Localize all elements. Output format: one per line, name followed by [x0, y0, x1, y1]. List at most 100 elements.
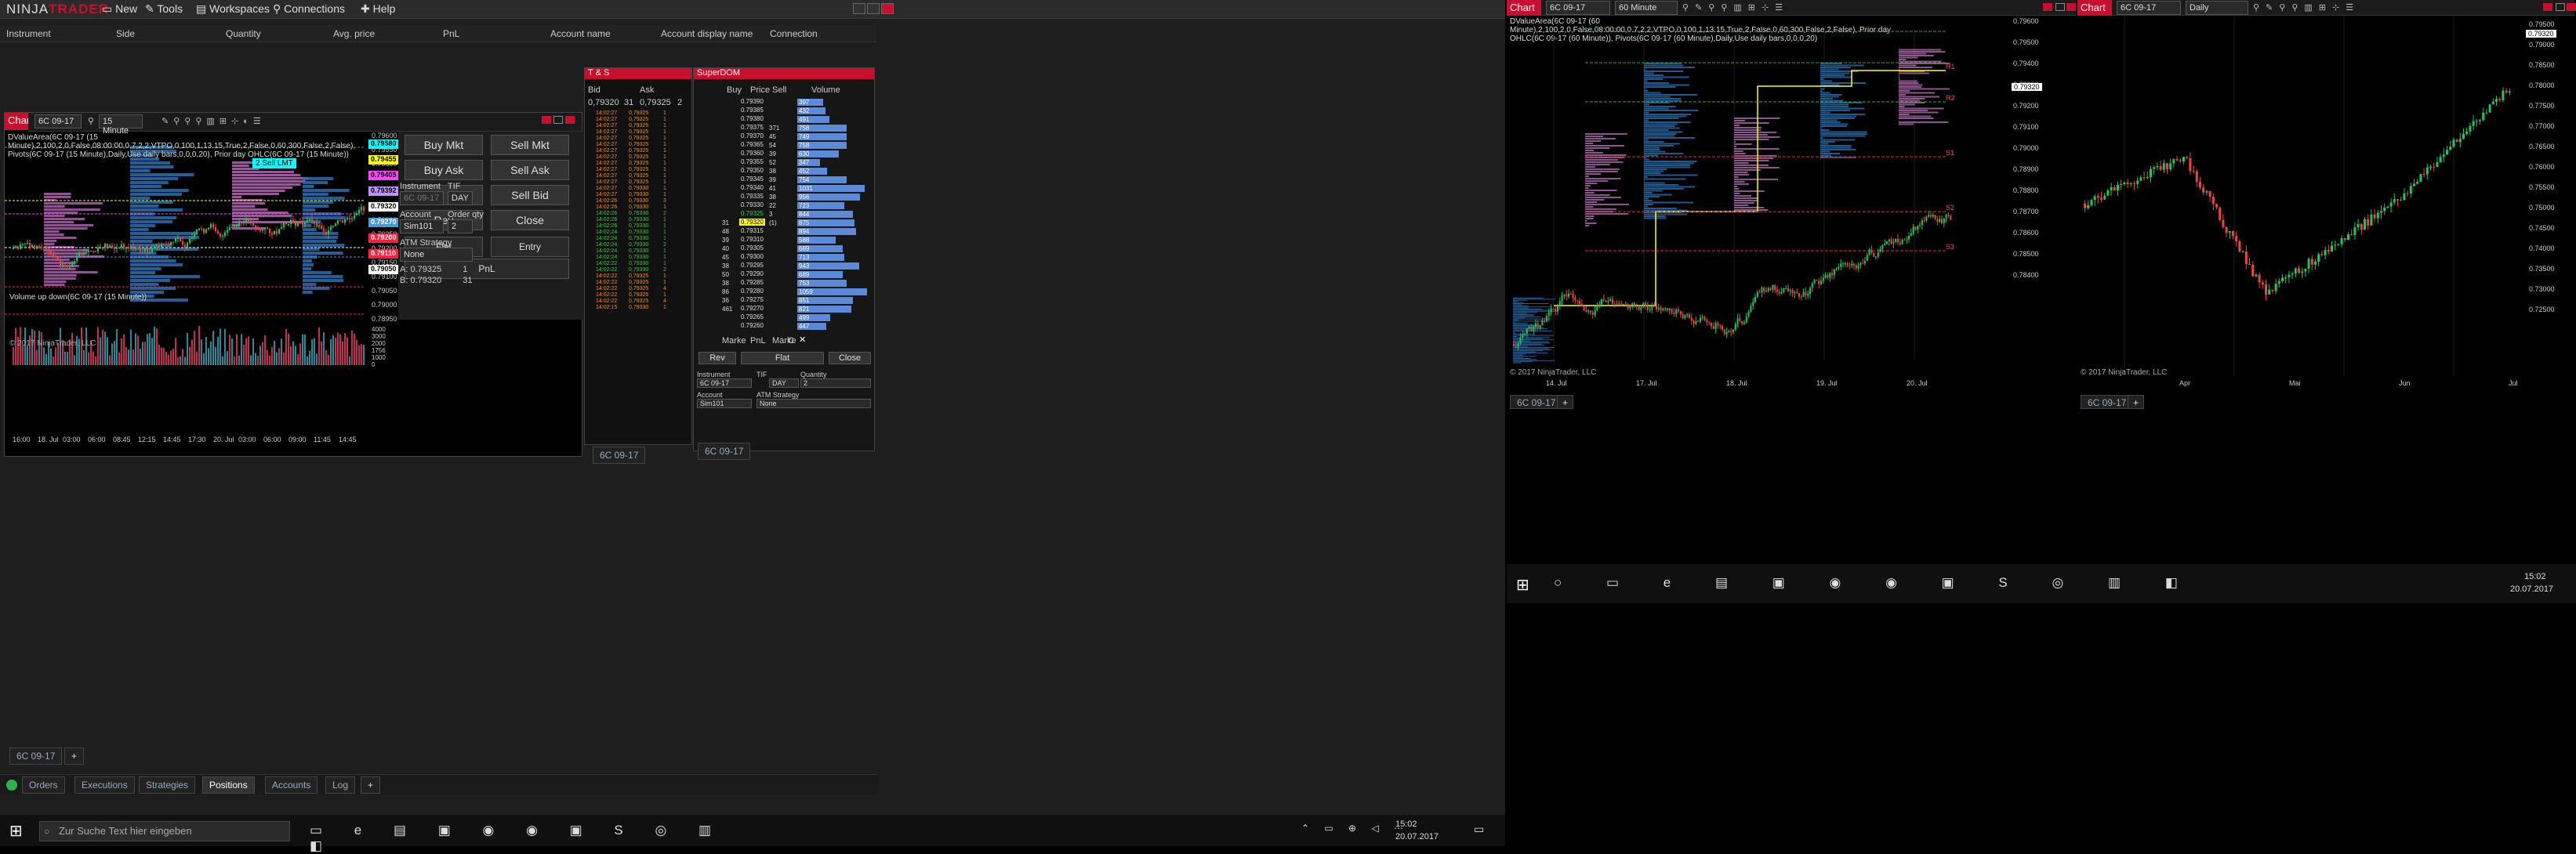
dom-buy[interactable]: 31 — [722, 219, 729, 226]
instrument-select[interactable]: 6C 09-17 — [34, 114, 82, 128]
chart3-interval-select[interactable]: Daily — [2186, 1, 2248, 15]
buy-mkt-button[interactable]: Buy Mkt — [405, 135, 483, 155]
dom-sell[interactable]: 41 — [769, 185, 776, 192]
windows-start-icon[interactable]: ⊞ — [9, 821, 23, 841]
dom-row[interactable]: 480.79315894 — [722, 227, 871, 236]
chart2-interval-select[interactable]: 60 Minute — [1615, 1, 1678, 15]
dom-row[interactable]: 0.79385432 — [722, 107, 871, 115]
chart3-close-icon[interactable] — [2567, 3, 2576, 11]
col-connection[interactable]: Connection — [770, 28, 818, 39]
taskbar-app-icons[interactable]: ▭ e ▤ ▣ ◉ ◉ ▣ S ◎ ▥ ◧ — [310, 823, 733, 841]
tab-strategies[interactable]: Strategies — [139, 776, 195, 794]
dom-buy[interactable]: 38 — [722, 262, 729, 270]
dom-row[interactable]: 860.792801059 — [722, 288, 871, 296]
account-select[interactable]: Sim101 — [400, 219, 444, 233]
col-account-display-name[interactable]: Account display name — [661, 28, 753, 39]
drawing-tools-icons[interactable]: ✎⚲⚲⚲▥⊞⊹◐☰ — [161, 116, 266, 126]
dom-rev-button[interactable]: Rev — [698, 352, 736, 364]
chart2-tab[interactable]: 6C 09-17 — [1510, 395, 1562, 409]
dom-ladder[interactable]: 0.793903970.793854320.793804910.79375371… — [722, 98, 871, 333]
dom-sell[interactable]: 39 — [769, 150, 776, 157]
sell-ask-button[interactable]: Sell Ask — [491, 160, 569, 180]
chart2-instrument-select[interactable]: 6C 09-17 — [1546, 1, 1610, 15]
dom-row[interactable]: 0.79260447 — [722, 322, 871, 331]
search-icon[interactable]: ⚲ — [88, 116, 94, 126]
menu-workspaces[interactable]: ▤ Workspaces — [196, 2, 270, 16]
dom-row[interactable]: 450.79300713 — [722, 253, 871, 262]
tif-select[interactable]: DAY — [448, 191, 473, 205]
dom-buy[interactable]: 48 — [722, 228, 729, 235]
chart-tab[interactable]: 6C 09-17 — [9, 747, 62, 765]
dom-row[interactable]: 310.79320(1)875 — [722, 219, 871, 227]
menu-new[interactable]: ▭ New — [102, 2, 137, 16]
dom-buy[interactable]: 86 — [722, 288, 729, 295]
col-avg-price[interactable]: Avg. price — [333, 28, 375, 39]
chart3-instrument-select[interactable]: 6C 09-17 — [2117, 1, 2181, 15]
col-side[interactable]: Side — [116, 28, 135, 39]
dom-row[interactable]: 390.79310588 — [722, 236, 871, 244]
col-quantity[interactable]: Quantity — [226, 28, 261, 39]
dom-sell[interactable]: 371 — [769, 125, 779, 132]
close-icon[interactable] — [881, 3, 894, 14]
dom-quantity-stepper[interactable]: 2 — [800, 378, 871, 388]
chart-canvas-daily[interactable] — [2077, 16, 2524, 376]
dom-sell[interactable]: 54 — [769, 142, 776, 149]
col-account-name[interactable]: Account name — [550, 28, 611, 39]
chart3-max-icon[interactable] — [2556, 3, 2565, 11]
dom-sell[interactable]: 38 — [769, 168, 776, 175]
chart-canvas-60min[interactable] — [1507, 16, 2008, 376]
dom-tif-select[interactable]: DAY — [769, 378, 799, 388]
chart2-add-tab[interactable]: + — [1557, 395, 1573, 409]
dom-buy[interactable]: 45 — [722, 254, 729, 261]
chart2-tools-icons[interactable]: ⚲✎⚲⚲▥⊞⊹☰ — [1682, 2, 1789, 13]
dom-buy[interactable]: 50 — [722, 271, 729, 278]
tab-positions[interactable]: Positions — [202, 776, 255, 794]
chart3-add-tab[interactable]: + — [2128, 395, 2144, 409]
dom-row[interactable]: 4610.79270821 — [722, 305, 871, 313]
dom-row[interactable]: 500.79290689 — [722, 270, 871, 279]
tab-log[interactable]: Log — [325, 776, 355, 794]
dom-account-select[interactable]: Sim101 — [697, 399, 752, 408]
dom-row[interactable]: 0.7935552347 — [722, 158, 871, 167]
chart-min-icon[interactable] — [542, 116, 551, 124]
chart2-min-icon[interactable] — [2043, 3, 2052, 11]
dom-instrument-select[interactable]: 6C 09-17 — [697, 378, 752, 388]
dom-sell[interactable]: 39 — [769, 176, 776, 183]
dom-tab[interactable]: 6C 09-17 — [698, 443, 750, 460]
dom-row[interactable]: 380.79295943 — [722, 262, 871, 270]
add-tab-button[interactable]: + — [64, 747, 84, 765]
chart3-min-icon[interactable] — [2543, 3, 2552, 11]
dom-row[interactable]: 400.79305689 — [722, 244, 871, 253]
tray-icons[interactable]: ⌃ ▭ ⊕ ◁ ⋯ — [1301, 823, 1410, 834]
dom-row[interactable]: 0.79390397 — [722, 98, 871, 107]
dom-row[interactable]: 0.7934539754 — [722, 176, 871, 184]
maximize-icon[interactable] — [867, 3, 880, 14]
menu-help[interactable]: ✚ Help — [361, 2, 395, 16]
col-pnl[interactable]: PnL — [443, 28, 459, 39]
notifications-icon[interactable]: ▭ — [1474, 823, 1484, 836]
chart-max-icon[interactable] — [553, 116, 563, 124]
windows-start-icon-2[interactable]: ⊞ — [1516, 575, 1529, 595]
dom-row[interactable]: 360.79275851 — [722, 296, 871, 305]
dom-sell[interactable]: 52 — [769, 159, 776, 166]
dom-atm-select[interactable]: None — [756, 399, 871, 408]
chart3-tab[interactable]: 6C 09-17 — [2081, 395, 2133, 409]
minimize-icon[interactable] — [853, 3, 865, 14]
col-instrument[interactable]: Instrument — [6, 28, 51, 39]
dom-row[interactable]: 0.7937045749 — [722, 132, 871, 141]
chart3-tools-icons[interactable]: ⚲✎⚲⚲▥⊞⊹☰ — [2253, 2, 2360, 13]
buy-ask-button[interactable]: Buy Ask — [405, 160, 483, 180]
dom-row[interactable]: 0.79375371758 — [722, 124, 871, 132]
atm-select[interactable]: None — [400, 248, 473, 262]
order-qty-stepper[interactable]: 2 — [448, 219, 473, 233]
dom-row[interactable]: 0.7933022723 — [722, 201, 871, 210]
instrument-field[interactable]: 6C 09-17 — [400, 191, 444, 205]
taskbar-search-input[interactable]: Zur Suche Text hier eingeben — [39, 821, 290, 841]
dom-close-button[interactable]: Close — [829, 352, 871, 364]
dom-row[interactable]: 0.79265499 — [722, 313, 871, 322]
dom-row[interactable]: 380.79285753 — [722, 279, 871, 288]
dom-row[interactable]: 0.793253844 — [722, 210, 871, 219]
tab-accounts[interactable]: Accounts — [265, 776, 317, 794]
dom-row[interactable]: 0.7933538956 — [722, 193, 871, 201]
dom-row[interactable]: 0.79340411031 — [722, 184, 871, 193]
